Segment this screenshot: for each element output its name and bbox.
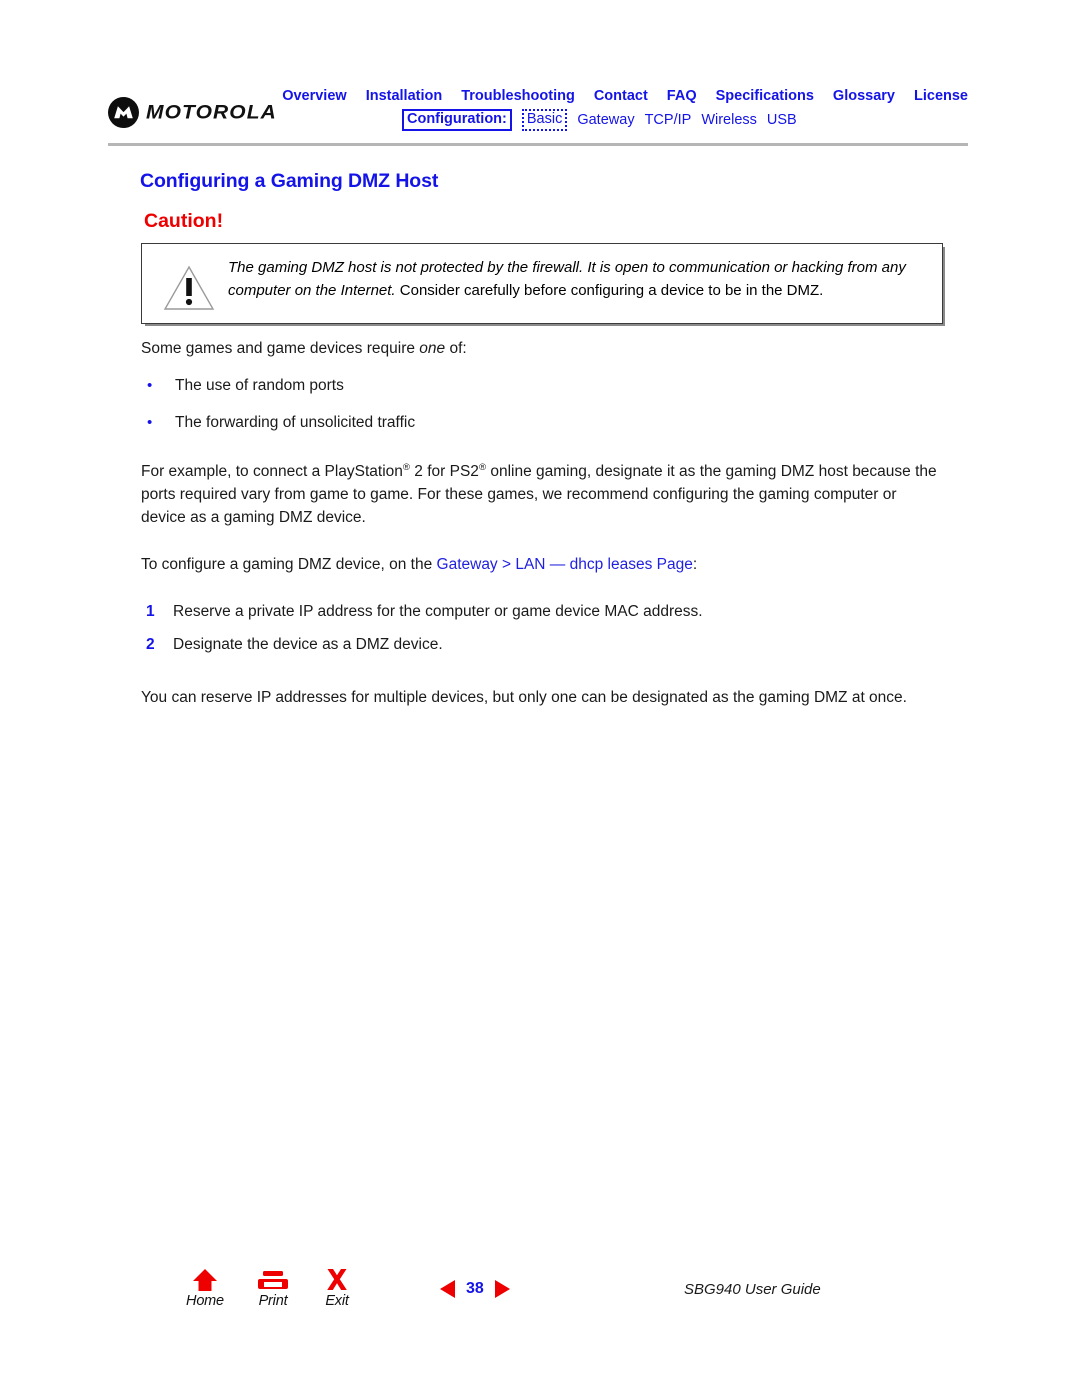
primary-nav: Overview Installation Troubleshooting Co… xyxy=(274,88,968,104)
gateway-lan-dhcp-leases-link[interactable]: Gateway > LAN — dhcp leases Page xyxy=(437,556,693,573)
caution-text: The gaming DMZ host is not protected by … xyxy=(228,256,928,302)
bullet-icon: • xyxy=(147,377,153,394)
print-button[interactable]: Print xyxy=(242,1266,304,1309)
page-footer: Home Print Exit 38 SBG940 User Guide xyxy=(0,1266,1080,1336)
example-text-part1: For example, to connect a PlayStation xyxy=(141,463,403,480)
nav-link-glossary[interactable]: Glossary xyxy=(833,88,895,104)
nav-link-license[interactable]: License xyxy=(914,88,968,104)
document-page: MOTOROLA Overview Installation Troublesh… xyxy=(0,0,1080,1397)
intro-text-lead: Some games and game devices require xyxy=(141,340,420,357)
list-item-label: The use of random ports xyxy=(175,377,344,394)
list-item: • The use of random ports xyxy=(141,374,941,397)
intro-text-emphasis: one xyxy=(419,340,446,357)
exit-button[interactable]: Exit xyxy=(306,1266,368,1309)
header-divider xyxy=(108,143,968,146)
example-paragraph: For example, to connect a PlayStation® 2… xyxy=(141,460,941,529)
home-button[interactable]: Home xyxy=(174,1266,236,1309)
step-number: 1 xyxy=(146,603,155,620)
intro-text-tail: of: xyxy=(445,340,467,357)
step-number: 2 xyxy=(146,636,155,653)
page-number: 38 xyxy=(466,1280,484,1297)
nav-link-overview[interactable]: Overview xyxy=(282,88,347,104)
list-item: • The forwarding of unsolicited traffic xyxy=(141,411,941,434)
header-navigation: Overview Installation Troubleshooting Co… xyxy=(274,88,968,132)
configure-lead-text: To configure a gaming DMZ device, on the xyxy=(141,556,437,573)
caution-text-regular: Consider carefully before configuring a … xyxy=(399,282,824,299)
triangle-left-icon[interactable] xyxy=(440,1280,455,1298)
registered-mark-2: ® xyxy=(478,461,487,473)
page-navigation: 38 xyxy=(440,1280,510,1298)
registered-mark-1: ® xyxy=(402,461,410,473)
subnav-item-usb[interactable]: USB xyxy=(767,112,797,128)
nav-link-contact[interactable]: Contact xyxy=(594,88,648,104)
procedure-steps: 1 Reserve a private IP address for the c… xyxy=(141,600,941,656)
list-item-label: The forwarding of unsolicited traffic xyxy=(175,414,416,431)
nav-link-installation[interactable]: Installation xyxy=(366,88,443,104)
requirements-list: • The use of random ports • The forwardi… xyxy=(141,374,941,434)
bullet-icon: • xyxy=(147,414,153,431)
configure-tail-text: : xyxy=(692,556,698,573)
subnav-item-basic[interactable]: Basic xyxy=(521,109,568,132)
list-item: 1 Reserve a private IP address for the c… xyxy=(141,600,941,623)
page-title: Configuring a Gaming DMZ Host xyxy=(140,170,439,192)
nav-link-faq[interactable]: FAQ xyxy=(667,88,697,104)
nav-link-specifications[interactable]: Specifications xyxy=(716,88,814,104)
subnav-item-gateway[interactable]: Gateway xyxy=(577,112,634,128)
caution-heading: Caution! xyxy=(144,210,224,232)
list-item: 2 Designate the device as a DMZ device. xyxy=(141,633,941,656)
step-text: Designate the device as a DMZ device. xyxy=(173,636,443,653)
warning-triangle-icon xyxy=(162,264,216,312)
printer-icon xyxy=(242,1266,304,1292)
page-header: MOTOROLA Overview Installation Troublesh… xyxy=(108,88,968,144)
configuration-subnav: Configuration: Basic Gateway TCP/IP Wire… xyxy=(274,109,968,132)
subnav-item-wireless[interactable]: Wireless xyxy=(701,112,757,128)
motorola-wordmark: MOTOROLA xyxy=(146,101,277,123)
motorola-batwing-logo-icon xyxy=(108,97,139,128)
print-button-label: Print xyxy=(258,1293,288,1309)
nav-link-troubleshooting[interactable]: Troubleshooting xyxy=(461,88,575,104)
document-body: Some games and game devices require one … xyxy=(141,337,941,721)
step-text: Reserve a private IP address for the com… xyxy=(173,603,703,620)
guide-title: SBG940 User Guide xyxy=(684,1281,821,1298)
subnav-item-tcpip[interactable]: TCP/IP xyxy=(645,112,692,128)
home-icon xyxy=(174,1266,236,1292)
subnav-group-label: Configuration: xyxy=(402,109,512,132)
closing-paragraph: You can reserve IP addresses for multipl… xyxy=(141,689,907,706)
example-text-part2: 2 for PS2 xyxy=(410,463,479,480)
close-x-icon xyxy=(306,1266,368,1292)
triangle-right-icon[interactable] xyxy=(494,1280,510,1298)
home-button-label: Home xyxy=(186,1293,224,1309)
exit-button-label: Exit xyxy=(325,1293,349,1309)
motorola-logo: MOTOROLA xyxy=(108,97,277,128)
intro-paragraph: Some games and game devices require one … xyxy=(141,337,941,360)
caution-callout: The gaming DMZ host is not protected by … xyxy=(141,243,943,324)
configure-lead-paragraph: To configure a gaming DMZ device, on the… xyxy=(141,553,941,576)
